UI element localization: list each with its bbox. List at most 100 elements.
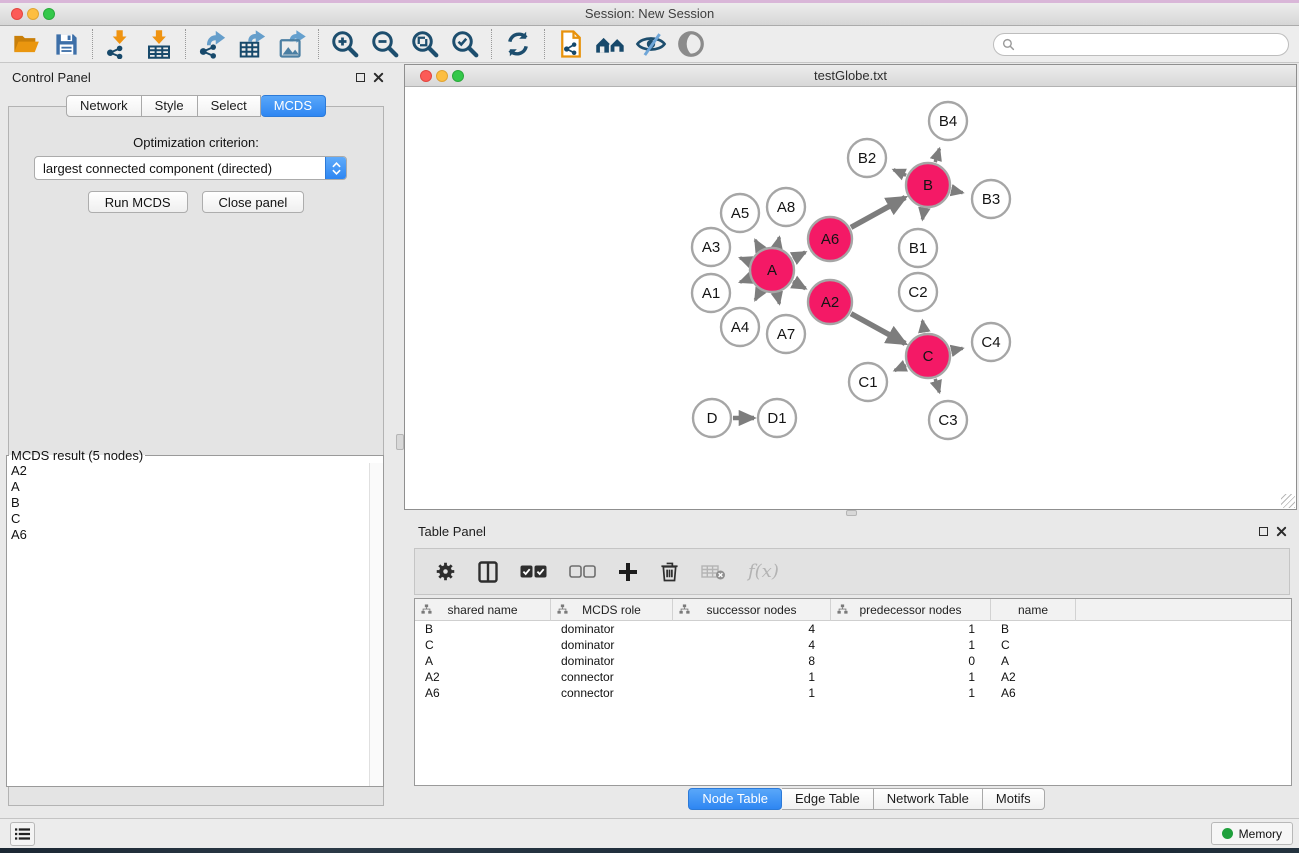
cell-shared-name[interactable]: A2 (415, 669, 551, 685)
function-builder-button[interactable]: f(x) (748, 561, 779, 582)
edge-B-B3[interactable] (951, 190, 962, 193)
result-list-item[interactable]: A (7, 479, 383, 495)
cell-predecessor-nodes[interactable]: 1 (831, 637, 991, 653)
column-header-successor-nodes[interactable]: successor nodes (673, 599, 831, 621)
resize-grip-icon[interactable] (1281, 494, 1295, 508)
hide-panel-button[interactable] (631, 28, 671, 60)
edge-A2-C[interactable] (851, 314, 905, 344)
import-network-button[interactable] (99, 28, 139, 60)
float-panel-icon[interactable] (356, 73, 365, 82)
cell-successor-nodes[interactable]: 4 (673, 637, 831, 653)
result-list-item[interactable]: B (7, 495, 383, 511)
result-list-scrollbar[interactable] (369, 463, 383, 786)
edge-C-C2[interactable] (923, 321, 925, 333)
column-header-shared-name[interactable]: shared name (415, 599, 551, 621)
tab-network-table[interactable]: Network Table (874, 788, 983, 810)
table-row[interactable]: A6connector11A6 (415, 685, 1291, 701)
network-window-titlebar[interactable]: testGlobe.txt (405, 65, 1296, 87)
table-row[interactable]: Adominator80A (415, 653, 1291, 669)
network-canvas[interactable]: B4B2BB3A5A8A6A3B1AA1C2A2A4A7C4CC1C3DD1 (406, 88, 1295, 509)
export-image-button[interactable] (272, 28, 312, 60)
show-all-networks-button[interactable] (591, 28, 631, 60)
table-row[interactable]: Bdominator41B (415, 621, 1291, 637)
cell-successor-nodes[interactable]: 4 (673, 621, 831, 637)
optimization-criterion-dropdown[interactable]: largest connected component (directed) (34, 156, 347, 180)
edge-B-B1[interactable] (923, 209, 925, 220)
tab-network[interactable]: Network (66, 95, 142, 117)
edge-B-B2[interactable] (894, 170, 907, 176)
divider-grip-icon[interactable] (396, 434, 404, 450)
cell-mcds-role[interactable]: connector (551, 685, 673, 701)
cell-name[interactable]: C (991, 637, 1076, 653)
memory-button[interactable]: Memory (1211, 822, 1293, 845)
select-all-columns-button[interactable] (520, 565, 547, 578)
cell-successor-nodes[interactable]: 1 (673, 669, 831, 685)
tab-style[interactable]: Style (142, 95, 198, 117)
edge-A-A4[interactable] (755, 291, 760, 300)
toggle-panel-columns-button[interactable] (478, 561, 498, 583)
apply-layout-button[interactable] (498, 28, 538, 60)
deselect-all-columns-button[interactable] (569, 565, 596, 578)
close-panel-button[interactable]: Close panel (202, 191, 305, 213)
task-history-button[interactable] (10, 822, 35, 846)
cell-shared-name[interactable]: C (415, 637, 551, 653)
export-table-button[interactable] (232, 28, 272, 60)
cell-predecessor-nodes[interactable]: 1 (831, 621, 991, 637)
cell-name[interactable]: A2 (991, 669, 1076, 685)
cell-predecessor-nodes[interactable]: 1 (831, 685, 991, 701)
cell-mcds-role[interactable]: dominator (551, 653, 673, 669)
cell-successor-nodes[interactable]: 8 (673, 653, 831, 669)
tab-edge-table[interactable]: Edge Table (782, 788, 874, 810)
result-list-item[interactable]: A2 (7, 463, 383, 479)
table-row[interactable]: A2connector11A2 (415, 669, 1291, 685)
mcds-result-list[interactable]: A2ABCA6 (7, 463, 383, 786)
tab-node-table[interactable]: Node Table (688, 788, 782, 810)
zoom-selected-button[interactable] (445, 28, 485, 60)
tab-select[interactable]: Select (198, 95, 261, 117)
table-row[interactable]: Cdominator41C (415, 637, 1291, 653)
edge-A6-B[interactable] (851, 198, 905, 228)
close-panel-icon[interactable] (1276, 526, 1287, 537)
edge-A-A8[interactable] (777, 237, 779, 246)
cell-shared-name[interactable]: A6 (415, 685, 551, 701)
edge-A-A1[interactable] (740, 279, 750, 283)
cell-name[interactable]: A6 (991, 685, 1076, 701)
add-column-button[interactable] (618, 562, 638, 582)
edge-C-C4[interactable] (951, 348, 962, 351)
float-panel-icon[interactable] (1259, 527, 1268, 536)
settings-gear-button[interactable] (435, 561, 456, 582)
cell-mcds-role[interactable]: dominator (551, 637, 673, 653)
cell-mcds-role[interactable]: connector (551, 669, 673, 685)
cell-mcds-role[interactable]: dominator (551, 621, 673, 637)
export-network-button[interactable] (192, 28, 232, 60)
tab-motifs[interactable]: Motifs (983, 788, 1045, 810)
duplicate-network-button[interactable] (551, 28, 591, 60)
cell-successor-nodes[interactable]: 1 (673, 685, 831, 701)
edge-C-C1[interactable] (895, 366, 906, 371)
open-session-button[interactable] (6, 28, 46, 60)
column-header-predecessor-nodes[interactable]: predecessor nodes (831, 599, 991, 621)
cell-name[interactable]: A (991, 653, 1076, 669)
tab-mcds[interactable]: MCDS (261, 95, 326, 117)
edge-A-A3[interactable] (740, 258, 750, 262)
cell-predecessor-nodes[interactable]: 0 (831, 653, 991, 669)
edge-A-A2[interactable] (793, 282, 806, 289)
result-list-item[interactable]: A6 (7, 527, 383, 543)
save-session-button[interactable] (46, 28, 86, 60)
cell-shared-name[interactable]: A (415, 653, 551, 669)
edge-C-C3[interactable] (935, 379, 939, 392)
search-input[interactable] (1020, 36, 1280, 54)
import-table-button[interactable] (139, 28, 179, 60)
toggle-view-button[interactable] (671, 28, 711, 60)
dropdown-stepper[interactable] (325, 157, 346, 179)
cell-name[interactable]: B (991, 621, 1076, 637)
run-mcds-button[interactable]: Run MCDS (88, 191, 188, 213)
result-list-item[interactable]: C (7, 511, 383, 527)
zoom-in-button[interactable] (325, 28, 365, 60)
delete-table-button[interactable] (701, 564, 726, 580)
search-field[interactable] (993, 33, 1289, 56)
column-header-mcds-role[interactable]: MCDS role (551, 599, 673, 621)
zoom-out-button[interactable] (365, 28, 405, 60)
edge-B-B4[interactable] (935, 149, 939, 162)
edge-A-A5[interactable] (755, 240, 760, 249)
